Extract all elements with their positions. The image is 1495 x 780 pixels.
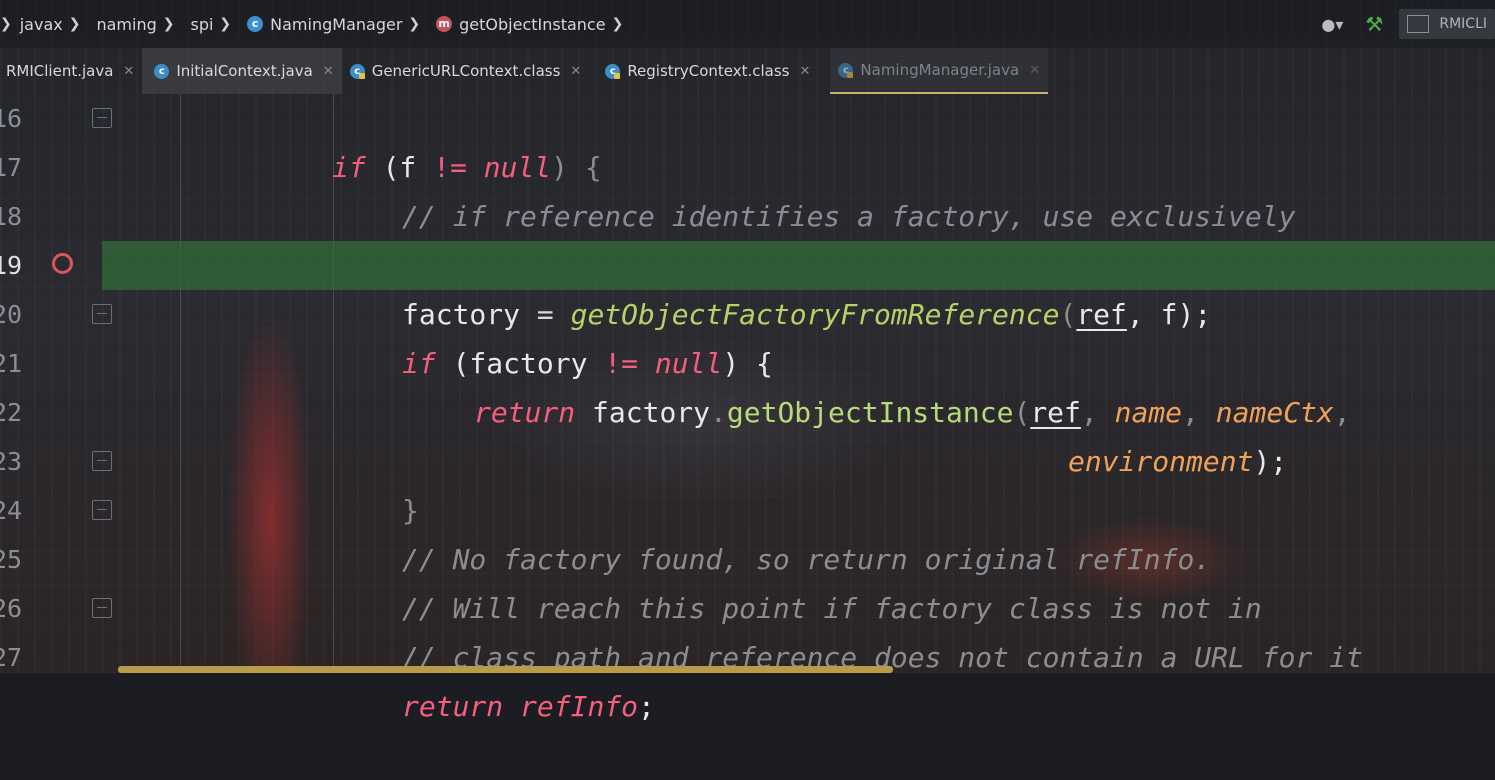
close-icon[interactable]: ✕ [323,64,334,79]
keyword: return [402,690,504,723]
close-icon[interactable]: ✕ [1029,63,1040,78]
line-number: 21 [0,349,23,378]
fold-marker-icon[interactable] [92,108,112,128]
fold-marker-icon[interactable] [92,598,112,618]
class-icon: c [154,63,170,79]
gutter-line[interactable]: 18 [0,192,110,241]
class-readonly-icon: c [349,63,365,79]
tab-label: GenericURLContext.class [371,62,561,80]
tab-label: InitialContext.java [176,62,313,80]
method-icon: m [436,16,453,32]
class-icon: c [247,16,264,32]
build-hammer-icon[interactable]: ⚒ [1363,12,1385,36]
gutter-line[interactable]: 20 [0,290,112,339]
breadcrumb-item-spi[interactable]: spi ❯ [190,15,239,34]
code-line-24[interactable]: // No factory found, so return original … [0,486,1495,576]
tab-rmiclient[interactable]: RMIClient.java ✕ [0,48,142,94]
breakpoint-icon[interactable] [52,253,73,274]
code-line-27[interactable]: return refInfo; [0,633,1495,723]
line-number: 19 [0,251,23,280]
code-line-16[interactable]: if (f != null) { [0,94,1495,184]
gutter-line[interactable]: 23 [0,437,112,486]
editor-tabs: RMIClient.java ✕ c InitialContext.java ✕… [0,48,1495,94]
code-line-23[interactable]: } [0,437,1495,527]
tab-namingmanager[interactable]: c NamingManager.java ✕ [830,48,1049,94]
run-configuration-selector[interactable]: RMICLI [1399,9,1495,39]
code-editor[interactable]: if (f != null) { // if reference identif… [0,94,1495,723]
line-number: 17 [0,153,23,182]
breadcrumb-label: naming [96,14,157,34]
gutter-line[interactable]: 17 [0,143,110,192]
breadcrumb-item-namingmanager[interactable]: c NamingManager ❯ [247,15,428,34]
tab-registrycontext[interactable]: c RegistryContext.class ✕ [589,48,818,94]
tab-label: NamingManager.java [860,61,1020,79]
gutter-line[interactable]: 19 [0,241,110,290]
close-icon[interactable]: ✕ [570,64,581,79]
gutter-line[interactable]: 27 [0,633,110,682]
breadcrumb-item-naming[interactable]: naming ❯ [96,15,182,34]
tab-label: RMIClient.java [6,62,114,80]
code-line-25[interactable]: // Will reach this point if factory clas… [0,535,1495,625]
code-line-26[interactable]: // class path and reference does not con… [0,584,1495,674]
gutter-line[interactable]: 22 [0,388,110,437]
tab-genericurlcontext[interactable]: c GenericURLContext.class ✕ [342,48,590,94]
tab-label: RegistryContext.class [627,62,790,80]
navigation-bar: ❯ javax ❯ naming ❯ spi ❯ c NamingManager… [0,0,1495,48]
breadcrumb-label: javax [19,14,63,34]
chevron-right-icon: ❯ [219,16,232,32]
gutter-line[interactable]: 21 [0,339,110,388]
user-account-icon[interactable]: ●▾ [1315,13,1349,35]
code-line-19-execution-point[interactable]: factory = getObjectFactoryFromReference(… [102,241,1495,331]
code-line-21[interactable]: return factory.getObjectInstance(ref, na… [0,339,1495,429]
comment: // if reference identifies a factory, us… [402,200,1296,233]
gutter-line[interactable]: 26 [0,584,112,633]
close-icon[interactable]: ✕ [123,64,134,79]
line-number: 25 [0,545,23,574]
breadcrumb-label: spi [190,14,214,34]
code-line-20[interactable]: if (factory != null) { [0,290,1495,380]
gutter-line[interactable]: 25 [0,535,110,584]
chevron-right-icon: ❯ [408,16,421,32]
run-config-label: RMICLI [1439,16,1487,32]
tab-initialcontext[interactable]: c InitialContext.java ✕ [142,48,342,94]
code-line-17[interactable]: // if reference identifies a factory, us… [0,143,1495,233]
code-text: refInfo [503,690,639,723]
line-number: 16 [0,104,23,133]
breadcrumb-label: getObjectInstance [459,14,606,34]
line-number: 26 [0,594,23,623]
fold-marker-icon[interactable] [92,500,112,520]
chevron-right-icon: ❯ [68,16,81,32]
chevron-right-icon: ❯ [0,16,12,32]
line-number: 18 [0,202,23,231]
line-number: 20 [0,300,23,329]
close-icon[interactable]: ✕ [800,64,811,79]
line-number: 24 [0,496,23,525]
gutter-line[interactable]: 16 [0,94,112,143]
class-readonly-icon: c [838,62,854,78]
code-line-22[interactable]: environment); [0,388,1495,478]
run-config-icon [1407,15,1430,33]
toolbar: ●▾ ⚒ RMICLI [1301,8,1495,40]
class-readonly-icon: c [605,63,621,79]
fold-marker-icon[interactable] [92,304,112,324]
chevron-right-icon: ❯ [611,16,624,32]
chevron-right-icon: ❯ [162,16,175,32]
line-number: 27 [0,643,23,672]
horizontal-scrollbar[interactable] [118,666,893,673]
breadcrumb-item-getobjectinstance[interactable]: m getObjectInstance ❯ [436,15,631,34]
line-number: 22 [0,398,23,427]
fold-marker-icon[interactable] [92,451,112,471]
breadcrumb-label: NamingManager [270,14,403,34]
code-text: ; [638,690,655,723]
line-number: 23 [0,447,23,476]
gutter-line[interactable]: 24 [0,486,112,535]
breadcrumb-item-javax[interactable]: javax ❯ [20,15,89,34]
